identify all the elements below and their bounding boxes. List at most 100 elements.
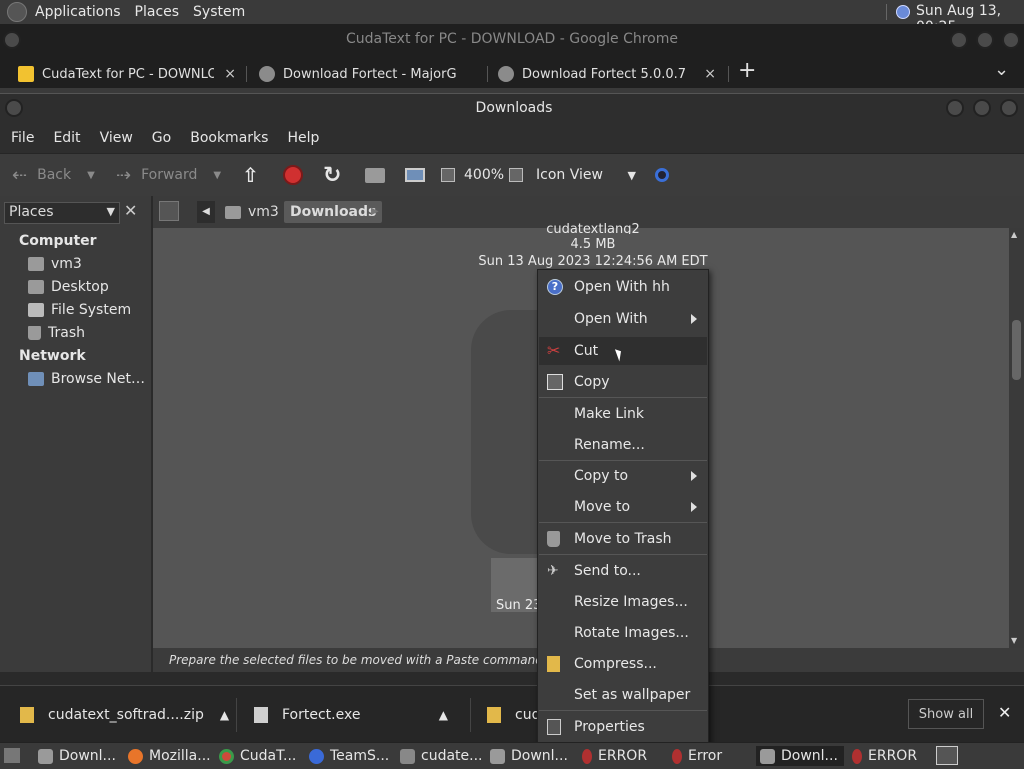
search-button[interactable] — [655, 154, 669, 196]
home-button[interactable] — [365, 154, 385, 196]
fm-close-button[interactable] — [1000, 99, 1018, 117]
task-chrome[interactable]: CudaT... — [219, 746, 296, 766]
fm-minimize-button[interactable] — [946, 99, 964, 117]
menu-item-open-with[interactable]: Open With — [539, 305, 707, 333]
task-downloads-2[interactable]: Downl... — [490, 746, 568, 766]
home-folder-icon — [225, 205, 241, 219]
menu-item-make-link[interactable]: Make Link — [539, 400, 707, 428]
task-downloads-1[interactable]: Downl... — [38, 746, 116, 766]
download-item-fortect[interactable]: Fortect.exe ▲ — [254, 686, 454, 743]
tab-close-icon[interactable]: × — [224, 66, 236, 82]
menu-item-copy-to[interactable]: Copy to — [539, 462, 707, 490]
sidebar-item-browse-network[interactable]: Browse Net… — [28, 369, 145, 389]
places-menu[interactable]: Places — [135, 4, 180, 20]
menu-item-rotate-images[interactable]: Rotate Images... — [539, 619, 707, 647]
network-status-icon[interactable] — [896, 5, 910, 19]
tab-cudatext[interactable]: CudaText for PC - DOWNLOAD × — [18, 60, 242, 88]
menu-item-send-to[interactable]: ✈ Send to... — [539, 557, 707, 585]
chevron-up-icon[interactable]: ▲ — [439, 708, 448, 722]
tab-search-button[interactable]: ⌄ — [994, 59, 1009, 80]
chevron-up-icon[interactable]: ▲ — [220, 708, 229, 722]
task-error-1[interactable]: ERROR — [582, 746, 647, 766]
path-left-arrow-icon[interactable]: ◀ — [197, 201, 215, 223]
scroll-down-icon[interactable]: ▼ — [1011, 636, 1017, 645]
download-divider — [236, 698, 237, 732]
chevron-down-icon: ▼ — [106, 205, 115, 218]
back-dropdown-icon[interactable]: ▼ — [87, 170, 95, 181]
show-all-button[interactable]: Show all — [908, 699, 984, 729]
sidebar-item-desktop[interactable]: Desktop — [28, 277, 109, 297]
chrome-close-button[interactable] — [1002, 31, 1020, 49]
view-mode-select[interactable]: Icon View ▼ — [536, 154, 642, 196]
task-cudatext[interactable]: cudate... — [400, 746, 483, 766]
menu-item-move-to-trash[interactable]: Move to Trash — [539, 525, 707, 553]
path-segment-downloads[interactable]: Downloads — [284, 201, 383, 223]
menu-item-compress[interactable]: Compress... — [539, 650, 707, 678]
forward-button[interactable]: ⇢ Forward ▼ — [116, 154, 221, 196]
forward-dropdown-icon[interactable]: ▼ — [213, 170, 221, 181]
new-tab-button[interactable]: + — [738, 58, 756, 83]
menu-bookmarks[interactable]: Bookmarks — [190, 130, 268, 146]
menu-item-resize-images[interactable]: Resize Images... — [539, 588, 707, 616]
tab-majorgeeks[interactable]: Download Fortect - MajorGeeks — [259, 60, 483, 88]
sidebar-item-file-system[interactable]: File System — [28, 300, 131, 320]
task-mozilla[interactable]: Mozilla... — [128, 746, 211, 766]
task-teamspeak[interactable]: TeamS... — [309, 746, 389, 766]
sidebar: Places ▼ ✕ Computer vm3 Desktop File Sys… — [0, 196, 153, 672]
forward-label: Forward — [141, 167, 198, 183]
menu-item-label: Rename... — [574, 437, 645, 453]
menu-item-copy[interactable]: Copy — [539, 368, 707, 396]
system-menu[interactable]: System — [193, 4, 245, 20]
edit-path-icon[interactable] — [159, 201, 179, 221]
scrollbar-thumb[interactable] — [1012, 320, 1021, 380]
menu-item-cut[interactable]: ✂ Cut — [539, 337, 707, 365]
menu-item-rename[interactable]: Rename... — [539, 431, 707, 459]
close-downloads-icon[interactable]: ✕ — [998, 703, 1011, 722]
computer-button[interactable] — [405, 154, 425, 196]
chrome-window-title: CudaText for PC - DOWNLOAD - Google Chro… — [346, 31, 678, 47]
reload-icon[interactable]: ↻ — [323, 154, 341, 196]
scroll-up-icon[interactable]: ▲ — [1011, 230, 1017, 239]
fm-maximize-button[interactable] — [973, 99, 991, 117]
distro-logo-icon[interactable] — [7, 2, 27, 22]
download-item-cudatext[interactable]: cudatext_softrad....zip ▲ — [20, 686, 229, 743]
menu-item-properties[interactable]: Properties — [539, 713, 707, 741]
stop-button[interactable] — [283, 154, 303, 196]
zoom-in-button[interactable] — [509, 154, 523, 196]
path-segment-vm3[interactable]: vm3 — [219, 201, 287, 223]
task-label: Downl... — [59, 748, 116, 764]
menu-item-set-as-wallpaper[interactable]: Set as wallpaper — [539, 681, 707, 709]
close-sidebar-icon[interactable]: ✕ — [124, 201, 137, 220]
task-error-2[interactable]: Error — [672, 746, 722, 766]
back-arrow-icon: ⇠ — [12, 164, 28, 186]
tab-fortect[interactable]: Download Fortect 5.0.0.7 × — [498, 60, 722, 88]
zoom-out-button[interactable] — [441, 154, 455, 196]
menu-view[interactable]: View — [100, 130, 133, 146]
menu-item-open-with-hh[interactable]: ? Open With hh — [539, 273, 707, 301]
chrome-maximize-button[interactable] — [976, 31, 994, 49]
download-item-cud[interactable]: cud — [487, 686, 540, 743]
menu-help[interactable]: Help — [287, 130, 319, 146]
sidebar-item-trash[interactable]: Trash — [28, 323, 85, 343]
chrome-minimize-button[interactable] — [950, 31, 968, 49]
task-downloads-active[interactable]: Downl... — [756, 746, 844, 766]
scrollbar[interactable]: ▲ ▼ — [1009, 228, 1024, 648]
menu-edit[interactable]: Edit — [53, 130, 80, 146]
computer-icon — [405, 168, 425, 182]
back-button[interactable]: ⇠ Back ▼ — [12, 154, 95, 196]
places-selector[interactable]: Places ▼ — [4, 202, 120, 224]
path-right-arrow-icon[interactable]: ▶ — [371, 206, 379, 217]
menu-item-move-to[interactable]: Move to — [539, 493, 707, 521]
menu-separator — [539, 710, 707, 711]
menu-file[interactable]: File — [11, 130, 34, 146]
show-desktop-icon[interactable] — [4, 748, 20, 763]
sidebar-item-vm3[interactable]: vm3 — [28, 254, 82, 274]
sidebar-item-label: Browse Net… — [51, 371, 146, 387]
applications-menu[interactable]: Applications — [35, 4, 121, 20]
menu-go[interactable]: Go — [152, 130, 171, 146]
menu-item-label: Open With — [574, 311, 648, 327]
task-error-3[interactable]: ERROR — [852, 746, 917, 766]
workspace-switcher-icon[interactable] — [936, 746, 958, 765]
up-arrow-icon[interactable]: ⇧ — [242, 154, 259, 196]
tab-close-icon[interactable]: × — [704, 66, 716, 82]
